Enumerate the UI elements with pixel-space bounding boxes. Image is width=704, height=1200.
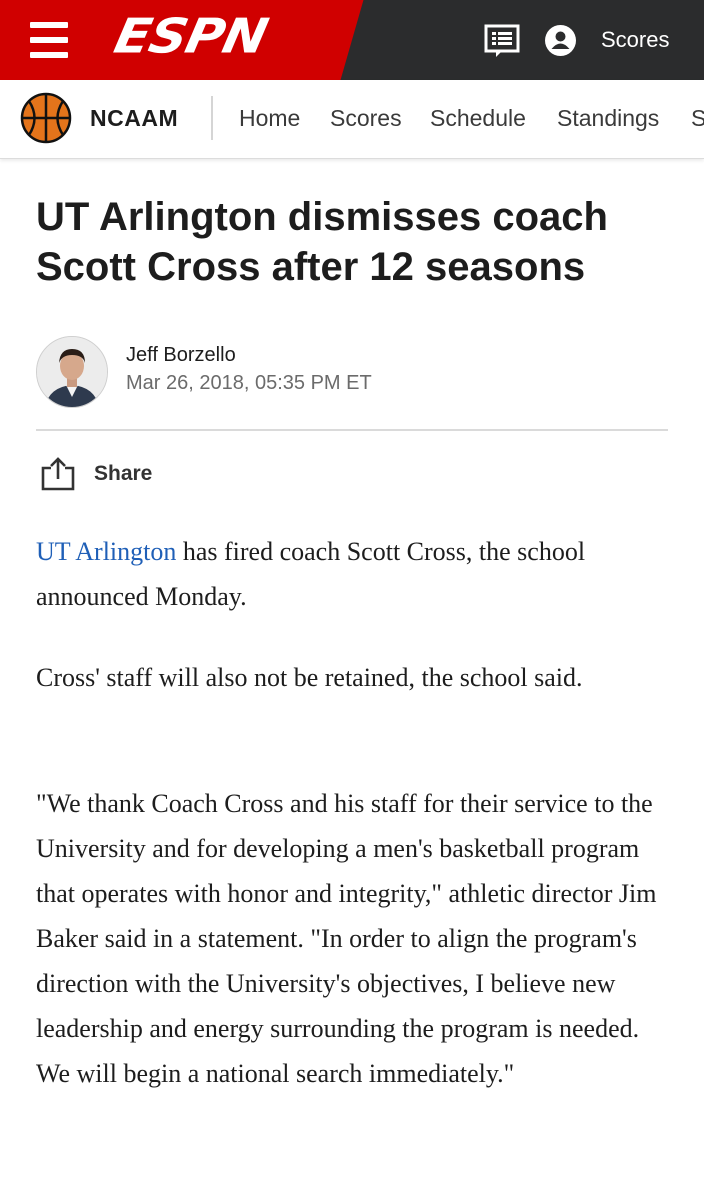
nav-standings[interactable]: Standings xyxy=(557,104,659,132)
share-button[interactable]: Share xyxy=(40,456,180,492)
nav-divider xyxy=(211,96,213,140)
team-link-ut-arlington[interactable]: UT Arlington xyxy=(36,537,176,566)
nav-home[interactable]: Home xyxy=(239,104,300,132)
share-icon xyxy=(41,457,75,491)
league-subnav: NCAAM Home Scores Schedule Standings S xyxy=(0,80,704,159)
basketball-icon[interactable] xyxy=(20,92,72,144)
article-headline: UT Arlington dismisses coach Scott Cross… xyxy=(36,195,608,289)
espn-logo[interactable]: ESPN xyxy=(109,9,271,64)
scores-link[interactable]: Scores xyxy=(601,27,669,53)
publish-timestamp: Mar 26, 2018, 05:35 PM ET xyxy=(126,372,372,394)
hamburger-menu-button[interactable] xyxy=(30,22,68,58)
news-feed-icon[interactable] xyxy=(484,24,520,58)
author-avatar[interactable] xyxy=(36,336,108,408)
nav-more-truncated[interactable]: S xyxy=(691,104,704,132)
author-name[interactable]: Jeff Borzello xyxy=(126,342,236,368)
top-bar: ESPN Scores xyxy=(0,0,704,80)
article-paragraph: "We thank Coach Cross and his staff for … xyxy=(36,789,657,1088)
nav-scores[interactable]: Scores xyxy=(330,104,402,132)
share-label: Share xyxy=(94,462,153,485)
nav-schedule[interactable]: Schedule xyxy=(430,104,526,132)
article-paragraph: Cross' staff will also not be retained, … xyxy=(36,663,583,692)
league-label[interactable]: NCAAM xyxy=(90,104,178,132)
byline-divider xyxy=(36,429,668,431)
profile-icon[interactable] xyxy=(545,25,576,56)
article-paragraph: UT Arlington has fired coach Scott Cross… xyxy=(36,529,676,619)
